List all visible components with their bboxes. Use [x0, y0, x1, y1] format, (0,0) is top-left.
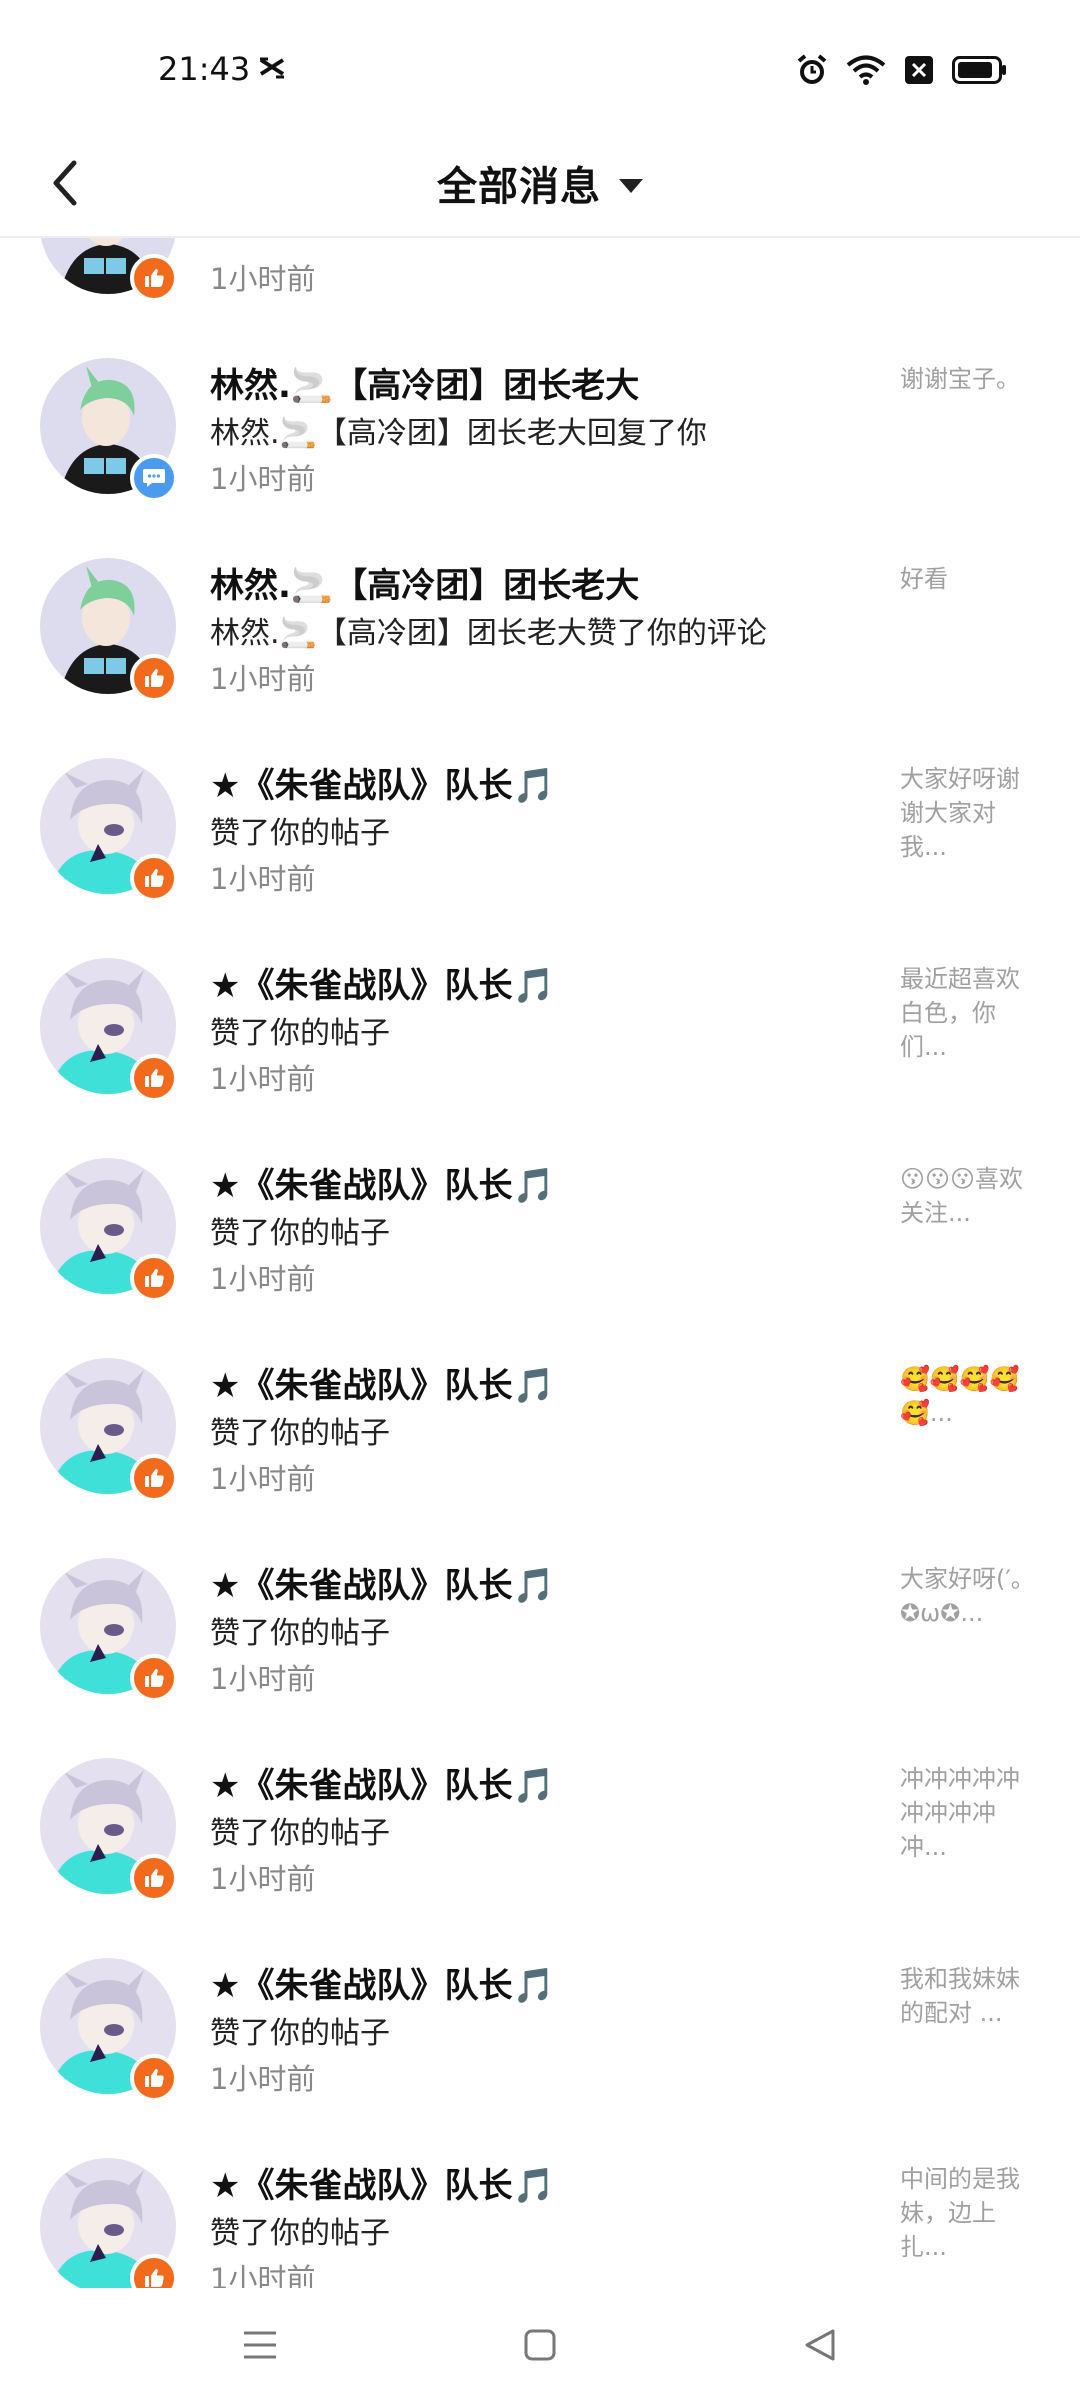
post-preview[interactable]: 😗😗😗喜欢关注... [900, 1162, 1040, 1230]
like-badge-icon [130, 1454, 178, 1502]
post-preview[interactable]: 大家好呀谢谢大家对我... [900, 762, 1040, 864]
list-item[interactable]: ★《朱雀战队》队长🎵 赞了你的帖子 1小时前 🥰🥰🥰🥰🥰... [0, 1318, 1080, 1518]
notification-text: 赞了你的帖子 [210, 1616, 390, 1651]
timestamp: 1小时前 [210, 2262, 316, 2288]
sender-name[interactable]: ★《朱雀战队》队长🎵 [210, 1158, 555, 1207]
comment-badge-icon [130, 454, 178, 502]
sender-name[interactable]: ★《朱雀战队》队长🎵 [210, 1358, 555, 1407]
list-item[interactable]: ★《朱雀战队》队长🎵 赞了你的帖子 1小时前 冲冲冲冲冲冲冲冲冲冲... [0, 1718, 1080, 1918]
notification-text: 赞了你的帖子 [210, 1816, 390, 1851]
home-button[interactable] [510, 2315, 570, 2375]
post-preview[interactable]: 谢谢宝子。 [900, 362, 1040, 396]
notification-text: 赞了你的帖子 [210, 1216, 390, 1251]
menu-button[interactable] [230, 2315, 290, 2375]
top-bar: 全部消息 [0, 130, 1080, 238]
wifi-icon [846, 54, 886, 86]
like-badge-icon [130, 1254, 178, 1302]
list-item[interactable]: ★《朱雀战队》队长🎵 赞了你的帖子 1小时前 我和我妹妹的配对 ... [0, 1918, 1080, 2118]
sender-name[interactable]: ★《朱雀战队》队长🎵 [210, 758, 555, 807]
system-nav-bar [0, 2290, 1080, 2400]
timestamp: 1小时前 [210, 1662, 316, 1696]
like-badge-icon [130, 254, 178, 302]
caret-down-icon [619, 179, 643, 193]
message-filter-dropdown[interactable]: 全部消息 [0, 150, 1080, 216]
timestamp: 1小时前 [210, 1262, 316, 1296]
timestamp: 1小时前 [210, 262, 316, 296]
sender-name[interactable]: ★《朱雀战队》队长🎵 [210, 1958, 555, 2007]
post-preview[interactable]: 大家好呀(′。✪ω✪... [900, 1562, 1040, 1630]
list-item[interactable]: ★《朱雀战队》队长🎵 赞了你的帖子 1小时前 😗😗😗喜欢关注... [0, 1118, 1080, 1318]
status-icons [796, 50, 1008, 90]
like-badge-icon [130, 2054, 178, 2102]
list-item[interactable]: ★《朱雀战队》队长🎵 赞了你的帖子 1小时前 中间的是我妹，边上扎... [0, 2118, 1080, 2288]
post-preview[interactable]: 中间的是我妹，边上扎... [900, 2162, 1040, 2264]
list-item[interactable]: ★《朱雀战队》队长🎵 赞了你的帖子 1小时前 最近超喜欢白色，你们... [0, 918, 1080, 1118]
notification-text: 林然.🚬【高冷团】团长老大回复了你 [210, 416, 707, 451]
list-item[interactable]: 林然.🚬【高冷团】团长老大林然.🚬【高冷团】团长老大回复了你 1小时前 谢谢宝子。 [0, 318, 1080, 518]
like-badge-icon [130, 1854, 178, 1902]
page-title: 全部消息 [437, 164, 601, 210]
timestamp: 1小时前 [210, 862, 316, 896]
sender-name[interactable]: ★《朱雀战队》队长🎵 [210, 1558, 555, 1607]
list-item[interactable]: ★《朱雀战队》队长🎵 赞了你的帖子 1小时前 大家好呀谢谢大家对我... [0, 718, 1080, 918]
list-item[interactable]: ★《朱雀战队》队长🎵 赞了你的帖子 1小时前 大家好呀(′。✪ω✪... [0, 1518, 1080, 1718]
notification-text: 赞了你的帖子 [210, 1016, 390, 1051]
back-triangle-icon [805, 2329, 835, 2361]
sender-name[interactable]: 林然.🚬【高冷团】团长老大 [210, 558, 639, 607]
notification-text: 赞了你的帖子 [210, 2016, 390, 2051]
like-badge-icon [130, 654, 178, 702]
sender-name[interactable]: ★《朱雀战队》队长🎵 [210, 2158, 555, 2207]
status-bar: 21:43 [0, 0, 1080, 130]
list-item[interactable]: 林然.🚬【高冷团】团长老大林然.🚬【高冷团】团长老大赞了你的评论 1小时前 好看 [0, 518, 1080, 718]
battery-icon [952, 56, 1008, 84]
like-badge-icon [130, 2254, 178, 2288]
sender-name[interactable]: 林然.🚬【高冷团】团长老大 [210, 358, 639, 407]
timestamp: 1小时前 [210, 1862, 316, 1896]
post-preview[interactable]: 最近超喜欢白色，你们... [900, 962, 1040, 1064]
post-preview[interactable]: 🥰🥰🥰🥰🥰... [900, 1362, 1040, 1430]
post-preview[interactable]: 冲冲冲冲冲冲冲冲冲冲... [900, 1762, 1040, 1864]
capcut-icon [258, 56, 286, 80]
timestamp: 1小时前 [210, 662, 316, 696]
sim-off-icon [904, 55, 934, 85]
notification-text: 赞了你的帖子 [210, 2216, 390, 2251]
timestamp: 1小时前 [210, 462, 316, 496]
notification-text: 赞了你的帖子 [210, 1416, 390, 1451]
post-preview[interactable]: 好看 [900, 562, 1040, 596]
notification-text: 林然.🚬【高冷团】团长老大赞了你的评论 [210, 616, 767, 651]
sender-name[interactable]: ★《朱雀战队》队长🎵 [210, 1758, 555, 1807]
sender-name[interactable]: ★《朱雀战队》队长🎵 [210, 958, 555, 1007]
back-nav-button[interactable] [790, 2315, 850, 2375]
like-badge-icon [130, 1054, 178, 1102]
list-item[interactable]: 1小时前 [0, 238, 1080, 318]
alarm-icon [796, 53, 828, 87]
notification-text: 赞了你的帖子 [210, 816, 390, 851]
home-square-icon [524, 2329, 556, 2361]
like-badge-icon [130, 854, 178, 902]
timestamp: 1小时前 [210, 2062, 316, 2096]
timestamp: 1小时前 [210, 1062, 316, 1096]
status-time: 21:43 [158, 50, 251, 88]
like-badge-icon [130, 1654, 178, 1702]
timestamp: 1小时前 [210, 1462, 316, 1496]
message-list[interactable]: 1小时前 林然.🚬【高冷团】团长老大 林然.🚬【高冷团】团长老大回复了你 1小时前 谢谢… [0, 238, 1080, 2288]
post-preview[interactable]: 我和我妹妹的配对 ... [900, 1962, 1040, 2030]
menu-icon [244, 2331, 276, 2359]
